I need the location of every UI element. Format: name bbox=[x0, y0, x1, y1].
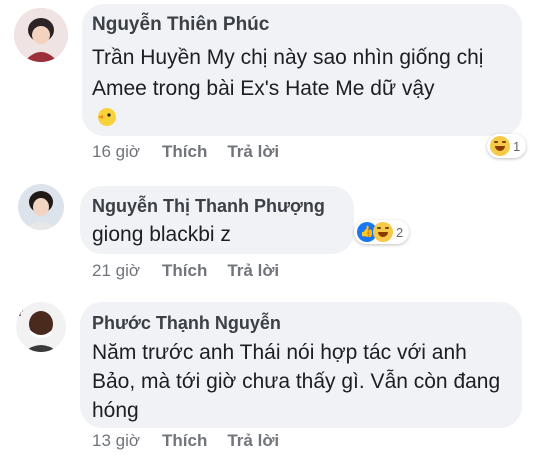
reaction-count: 1 bbox=[513, 138, 521, 154]
reaction-summary[interactable]: 👍 2 bbox=[354, 220, 410, 244]
reply-button[interactable]: Trả lời bbox=[227, 431, 279, 451]
comment-actions: 13 giờ Thích Trả lời bbox=[92, 431, 279, 451]
comment-text: giong blackbi z bbox=[92, 223, 231, 246]
comment-text: Trần Huyền My chị này sao nhìn giống chị… bbox=[92, 46, 484, 100]
haha-icon bbox=[490, 136, 510, 156]
avatar-image bbox=[14, 8, 68, 62]
avatar[interactable] bbox=[14, 8, 68, 62]
reaction-count: 2 bbox=[396, 224, 404, 240]
comment-timestamp[interactable]: 16 giờ bbox=[92, 142, 140, 162]
like-button[interactable]: Thích bbox=[162, 142, 207, 162]
comment-actions: 21 giờ Thích Trả lời bbox=[92, 261, 279, 281]
avatar-image bbox=[18, 184, 64, 230]
comment-author[interactable]: Phước Thạnh Nguyễn bbox=[92, 313, 281, 334]
haha-icon bbox=[373, 222, 393, 242]
svg-text:♪: ♪ bbox=[18, 309, 24, 319]
comment-text: Năm trước anh Thái nói hợp tác với anh B… bbox=[92, 341, 501, 422]
like-button[interactable]: Thích bbox=[162, 431, 207, 451]
comment-author[interactable]: Nguyễn Thị Thanh Phượng bbox=[92, 196, 325, 217]
reaction-summary[interactable]: 1 bbox=[487, 134, 527, 158]
like-button[interactable]: Thích bbox=[162, 261, 207, 281]
comment-author[interactable]: Nguyễn Thiên Phúc bbox=[92, 14, 269, 36]
comment-actions: 16 giờ Thích Trả lời bbox=[92, 142, 279, 162]
chick-emoji-icon bbox=[98, 108, 116, 126]
reply-button[interactable]: Trả lời bbox=[227, 142, 279, 162]
comment-timestamp[interactable]: 13 giờ bbox=[92, 431, 140, 451]
avatar[interactable] bbox=[18, 184, 64, 230]
comment-timestamp[interactable]: 21 giờ bbox=[92, 261, 140, 281]
avatar-image: ♪ bbox=[16, 302, 66, 352]
avatar[interactable]: ♪ bbox=[16, 302, 66, 352]
reply-button[interactable]: Trả lời bbox=[227, 261, 279, 281]
